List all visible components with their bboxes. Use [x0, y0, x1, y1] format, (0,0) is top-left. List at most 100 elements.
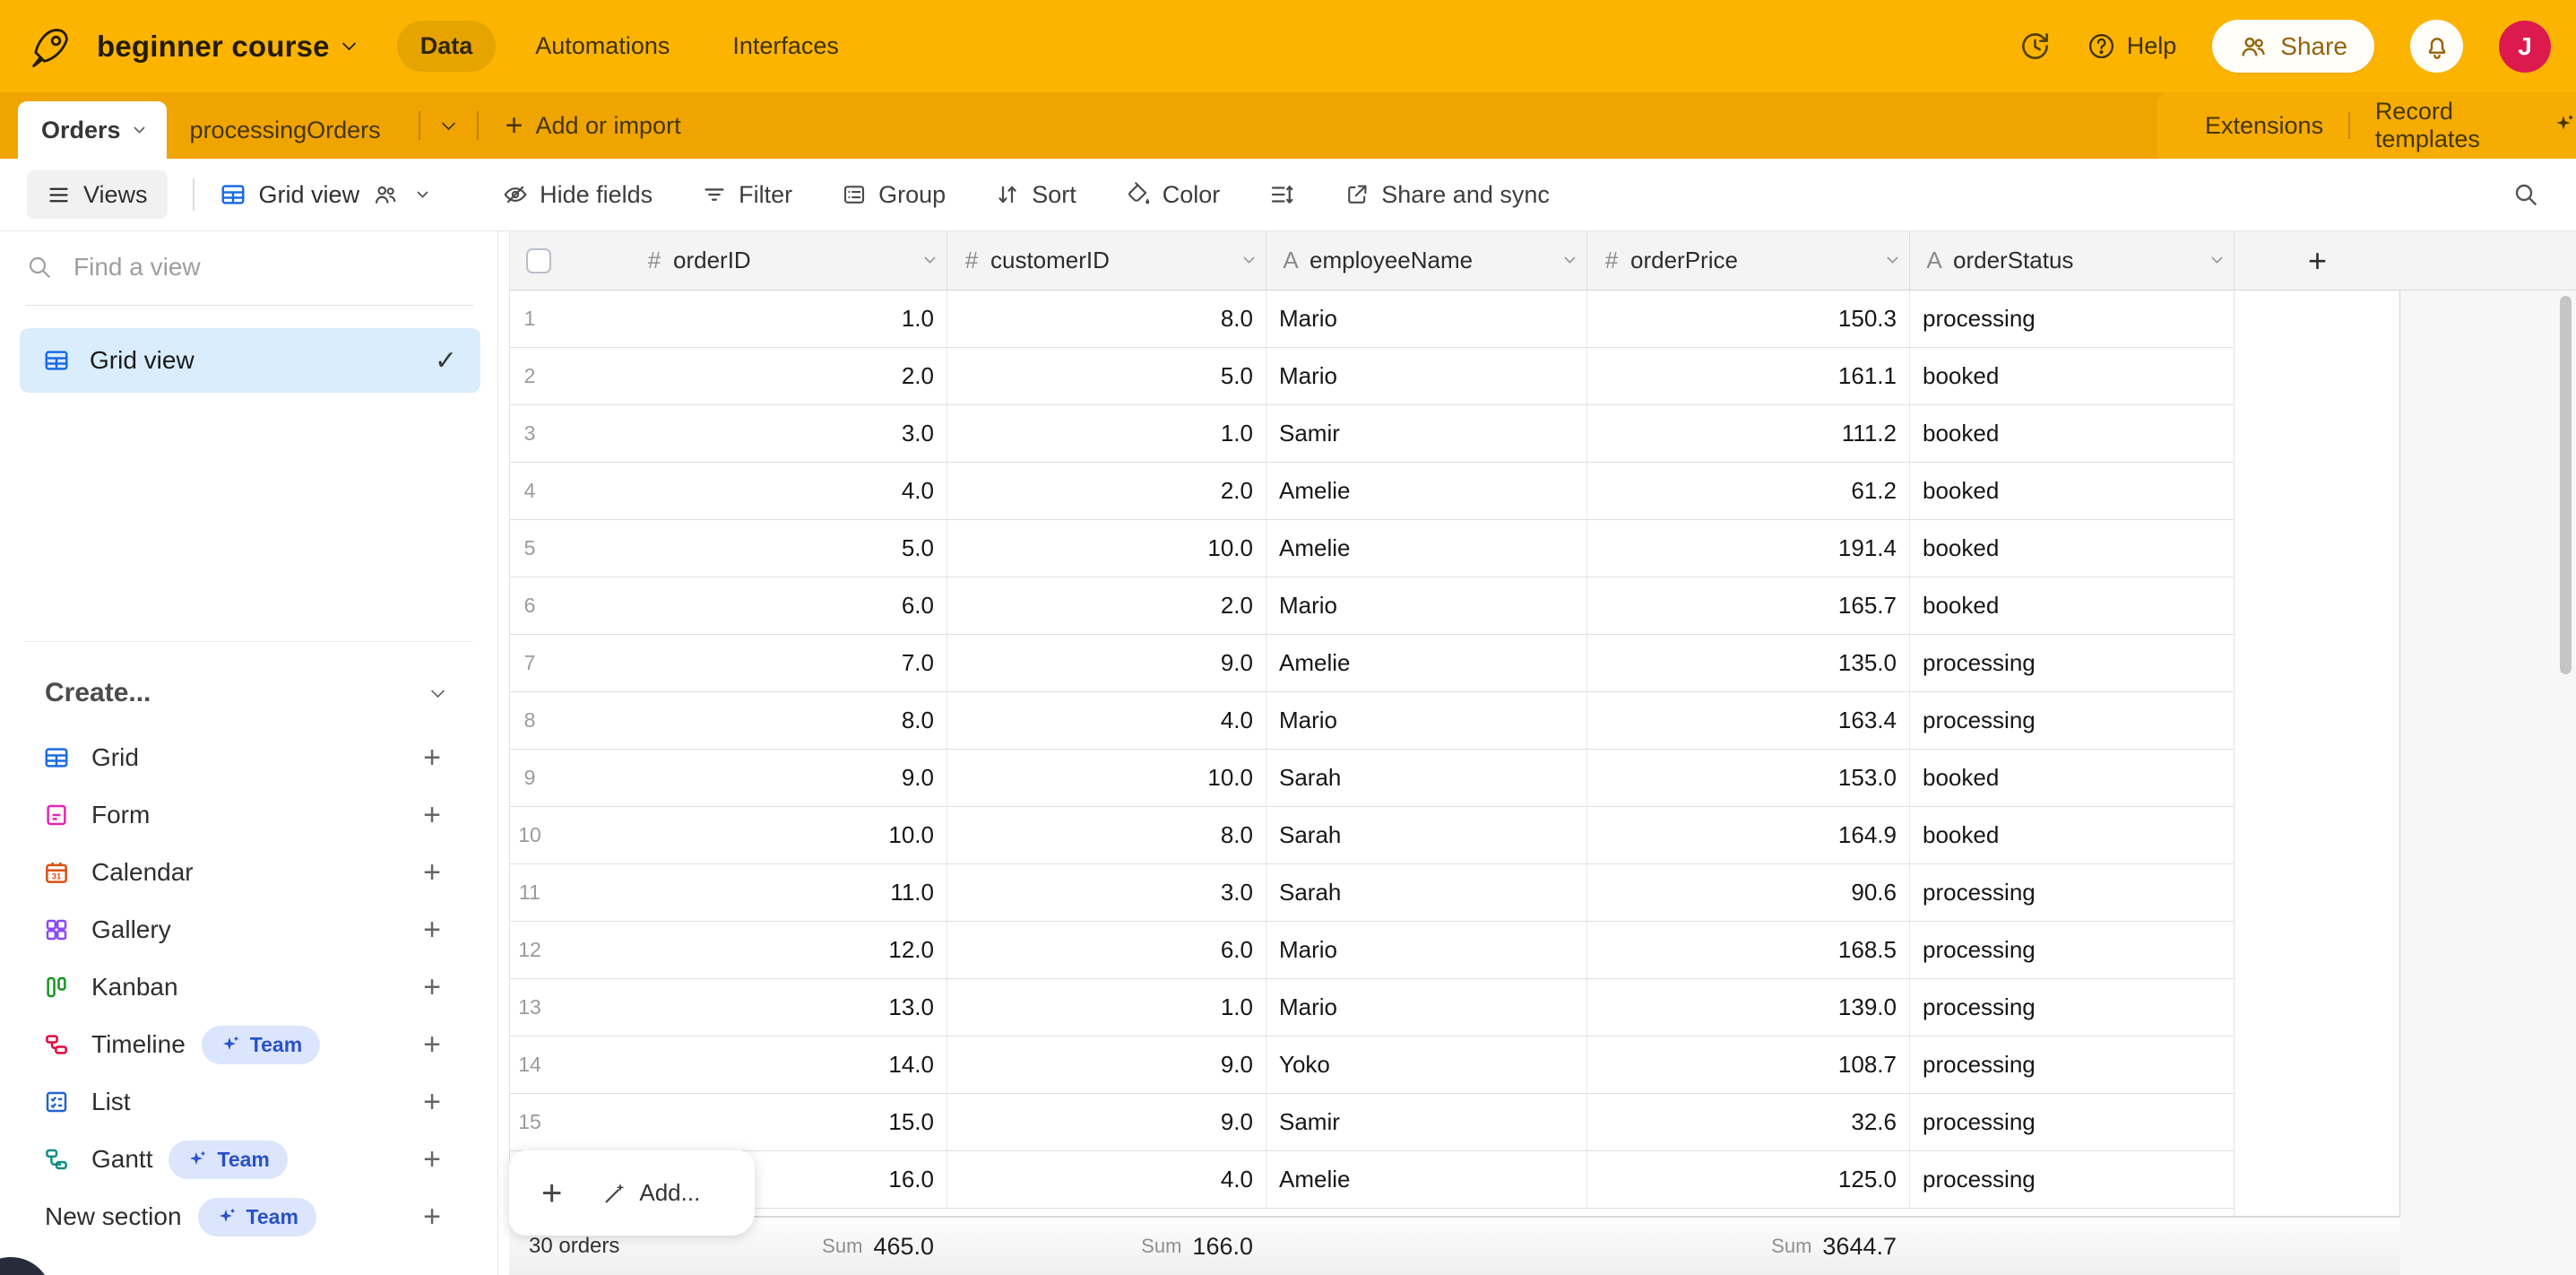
cell-orderprice[interactable]: 150.3 [1587, 291, 1910, 347]
cell-orderprice[interactable]: 161.1 [1587, 348, 1910, 404]
cell-orderid[interactable]: 9.0 [630, 750, 947, 806]
add-view-button[interactable]: + [423, 1200, 441, 1235]
chevron-down-icon[interactable] [1243, 252, 1255, 264]
hide-fields-button[interactable]: Hide fields [502, 181, 653, 209]
share-and-sync-button[interactable]: Share and sync [1344, 181, 1550, 209]
find-view-search[interactable] [25, 253, 473, 306]
history-icon[interactable] [2019, 30, 2051, 62]
cell-orderstatus[interactable]: processing [1910, 1094, 2235, 1150]
cell-customerid[interactable]: 9.0 [947, 1036, 1266, 1093]
column-header-customerid[interactable]: #customerID [947, 231, 1266, 290]
cell-customerid[interactable]: 8.0 [947, 807, 1266, 863]
avatar[interactable]: J [2499, 21, 2551, 73]
share-button[interactable]: Share [2212, 20, 2374, 73]
cell-employeename[interactable]: Sarah [1266, 807, 1587, 863]
vertical-scrollbar[interactable] [2560, 296, 2572, 674]
cell-orderprice[interactable]: 125.0 [1587, 1151, 1910, 1208]
chevron-down-icon[interactable] [341, 37, 356, 51]
help-bubble-button[interactable] [0, 1257, 52, 1275]
cell-employeename[interactable]: Sarah [1266, 750, 1587, 806]
add-view-button[interactable]: + [423, 741, 441, 776]
cell-customerid[interactable]: 2.0 [947, 577, 1266, 634]
color-button[interactable]: Color [1125, 181, 1221, 209]
cell-employeename[interactable]: Sarah [1266, 864, 1587, 921]
cell-customerid[interactable]: 6.0 [947, 922, 1266, 978]
group-button[interactable]: Group [841, 181, 946, 209]
cell-orderid[interactable]: 8.0 [630, 692, 947, 749]
sum-customerID[interactable]: Sum 166.0 [947, 1218, 1266, 1275]
add-view-button[interactable]: + [423, 855, 441, 890]
cell-employeename[interactable]: Samir [1266, 405, 1587, 462]
add-view-button[interactable]: + [423, 798, 441, 833]
sort-button[interactable]: Sort [994, 181, 1076, 209]
create-item-form[interactable]: Form+ [0, 786, 498, 844]
cell-orderprice[interactable]: 163.4 [1587, 692, 1910, 749]
cell-orderstatus[interactable]: processing [1910, 635, 2235, 691]
cell-employeename[interactable]: Mario [1266, 291, 1587, 347]
cell-orderid[interactable]: 11.0 [630, 864, 947, 921]
column-header-orderid[interactable]: #orderID [630, 231, 947, 290]
cell-orderid[interactable]: 1.0 [630, 291, 947, 347]
views-button[interactable]: Views [27, 170, 168, 219]
cell-orderprice[interactable]: 61.2 [1587, 463, 1910, 519]
cell-orderprice[interactable]: 32.6 [1587, 1094, 1910, 1150]
cell-orderstatus[interactable]: processing [1910, 979, 2235, 1036]
create-item-new-section[interactable]: New sectionTeam+ [0, 1188, 498, 1245]
cell-orderstatus[interactable]: booked [1910, 463, 2235, 519]
cell-orderid[interactable]: 6.0 [630, 577, 947, 634]
cell-orderstatus[interactable]: processing [1910, 922, 2235, 978]
cell-customerid[interactable]: 9.0 [947, 1094, 1266, 1150]
cell-customerid[interactable]: 9.0 [947, 635, 1266, 691]
cell-orderstatus[interactable]: processing [1910, 1151, 2235, 1208]
cell-employeename[interactable]: Amelie [1266, 1151, 1587, 1208]
cell-orderstatus[interactable]: booked [1910, 807, 2235, 863]
cell-orderstatus[interactable]: processing [1910, 864, 2235, 921]
nav-tab-interfaces[interactable]: Interfaces [709, 21, 862, 72]
chevron-down-icon[interactable] [1564, 252, 1576, 264]
base-name[interactable]: beginner course [97, 30, 330, 64]
cell-orderstatus[interactable]: booked [1910, 405, 2235, 462]
create-item-gallery[interactable]: Gallery+ [0, 901, 498, 958]
create-item-kanban[interactable]: Kanban+ [0, 958, 498, 1016]
extensions-button[interactable]: Extensions [2205, 112, 2323, 140]
cell-employeename[interactable]: Amelie [1266, 463, 1587, 519]
add-with-ai-button[interactable]: Add... [601, 1179, 700, 1207]
add-record-button[interactable]: + [541, 1175, 562, 1211]
cell-orderstatus[interactable]: processing [1910, 692, 2235, 749]
cell-orderid[interactable]: 4.0 [630, 463, 947, 519]
cell-employeename[interactable]: Amelie [1266, 635, 1587, 691]
cell-employeename[interactable]: Mario [1266, 979, 1587, 1036]
cell-employeename[interactable]: Mario [1266, 577, 1587, 634]
cell-employeename[interactable]: Yoko [1266, 1036, 1587, 1093]
cell-customerid[interactable]: 5.0 [947, 348, 1266, 404]
find-view-input[interactable] [73, 253, 473, 282]
cell-orderid[interactable]: 14.0 [630, 1036, 947, 1093]
column-header-orderprice[interactable]: #orderPrice [1587, 231, 1910, 290]
add-view-button[interactable]: + [423, 1085, 441, 1120]
cell-orderprice[interactable]: 191.4 [1587, 520, 1910, 577]
table-tab-processingorders[interactable]: processingOrders [167, 101, 404, 159]
select-all-checkbox[interactable] [526, 248, 551, 273]
cell-orderid[interactable]: 13.0 [630, 979, 947, 1036]
cell-customerid[interactable]: 8.0 [947, 291, 1266, 347]
add-view-button[interactable]: + [423, 1028, 441, 1062]
cell-employeename[interactable]: Amelie [1266, 520, 1587, 577]
create-section-header[interactable]: Create... [0, 668, 498, 718]
row-height-button[interactable] [1268, 181, 1295, 208]
cell-orderstatus[interactable]: processing [1910, 1036, 2235, 1093]
add-field-button[interactable]: + [2235, 231, 2401, 290]
column-header-orderstatus[interactable]: AorderStatus [1910, 231, 2235, 290]
chevron-down-icon[interactable] [924, 252, 936, 264]
cell-orderprice[interactable]: 168.5 [1587, 922, 1910, 978]
cell-orderid[interactable]: 7.0 [630, 635, 947, 691]
cell-orderstatus[interactable]: booked [1910, 348, 2235, 404]
cell-orderprice[interactable]: 139.0 [1587, 979, 1910, 1036]
chevron-down-icon[interactable] [1887, 252, 1898, 264]
add-view-button[interactable]: + [423, 970, 441, 1005]
cell-customerid[interactable]: 10.0 [947, 520, 1266, 577]
cell-employeename[interactable]: Mario [1266, 692, 1587, 749]
cell-orderprice[interactable]: 164.9 [1587, 807, 1910, 863]
sum-orderPrice[interactable]: Sum 3644.7 [1586, 1218, 1909, 1275]
cell-orderid[interactable]: 10.0 [630, 807, 947, 863]
create-item-timeline[interactable]: TimelineTeam+ [0, 1016, 498, 1073]
